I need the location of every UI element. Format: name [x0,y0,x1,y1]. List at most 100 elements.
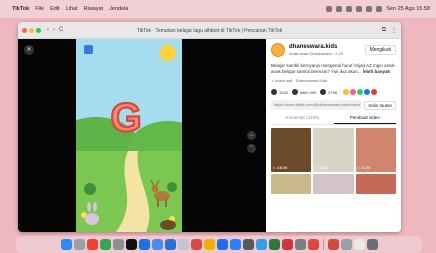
menu-item-history[interactable]: Riwayat [84,6,104,12]
dock-app-icon[interactable] [164,239,176,250]
dock [16,236,422,253]
avatar[interactable] [271,43,285,57]
video-player[interactable]: ✕ G ︿ ﹀ [18,39,266,232]
dock-app-icon[interactable] [366,239,378,250]
dock-app-icon[interactable] [340,239,352,250]
save-count: 3796 [328,89,338,95]
menu-item-view[interactable]: Lihat [66,6,78,12]
dock-app-icon[interactable] [112,239,124,250]
dock-app-icon[interactable] [73,239,85,250]
video-thumbnail[interactable] [355,174,396,195]
status-icon[interactable] [336,6,343,12]
search-icon[interactable] [366,6,373,12]
menu-bar: TikTok File Edit Lihat Riwayat Jendela S… [0,0,436,18]
dock-app-icon[interactable] [216,239,228,250]
whatsapp-icon[interactable] [357,89,364,96]
dock-app-icon[interactable] [268,239,280,250]
clock[interactable]: Sen 25 Agu 15.58 [386,6,430,12]
video-thumbnail[interactable] [313,174,354,195]
close-icon[interactable]: ✕ [24,45,34,55]
dock-app-icon[interactable] [177,239,189,250]
share-icons [343,89,378,96]
previous-video-button[interactable]: ︿ [247,131,256,140]
like-button[interactable]: 1043 [271,89,288,96]
dock-app-icon[interactable] [190,239,202,250]
title-bar: ‹ › C TikTok · Temukan belajar lagu alfa… [18,22,401,39]
heart-icon [271,89,277,96]
video-thumbnail[interactable]: ▷ 41.5K [355,128,396,173]
video-grid: ▷ 108.5K ▷ 48.6K ▷ 41.5K [271,128,396,195]
share-more-icon[interactable] [371,89,378,96]
dock-app-icon[interactable] [229,239,241,250]
comment-count: lebih 993 [299,89,317,95]
bookmark-icon [320,89,327,96]
alphabet-letter: G [110,96,141,140]
control-center-icon[interactable] [376,6,383,12]
dock-app-icon[interactable] [327,239,339,250]
send-icon[interactable] [350,89,357,96]
video-thumbnail[interactable]: ▷ 108.5K [271,128,312,173]
details-panel: dhaneswara.kids Anak-anak Dhaneswara · 2… [266,39,401,232]
next-video-button[interactable]: ﹀ [247,144,256,153]
dock-app-icon[interactable] [242,239,254,250]
action-row: 1043 lebih 993 3796 [271,89,396,96]
comment-button[interactable]: lebih 993 [291,89,317,96]
dock-app-icon[interactable] [125,239,137,250]
account-row: dhaneswara.kids Anak-anak Dhaneswara · 2… [271,43,396,57]
menu-item-window[interactable]: Jendela [109,6,128,12]
menu-item-file[interactable]: File [35,6,44,12]
dock-app-icon[interactable] [281,239,293,250]
reload-button[interactable]: C [59,27,63,33]
save-button[interactable]: 3796 [320,89,338,96]
dock-app-icon[interactable] [255,239,267,250]
video-frame[interactable]: G [76,39,182,232]
zoom-window-button[interactable] [36,27,41,33]
video-thumbnail[interactable]: ▷ 48.6K [313,128,354,173]
dock-app-icon[interactable] [294,239,306,250]
sound-link[interactable]: ♫ suara asli · Dhaneswara Kids [271,78,396,83]
video-scene: G [76,39,182,232]
browser-window: ‹ › C TikTok · Temukan belajar lagu alfa… [18,22,401,232]
dock-app-icon[interactable] [60,239,72,250]
video-description: Belajar sambil bernyanyi mengenal huruf … [271,63,396,75]
dock-app-icon[interactable] [151,239,163,250]
window-title: TikTok · Temukan belajar lagu alfabet di… [136,28,283,34]
embed-icon[interactable] [343,89,350,96]
video-link-field[interactable]: https://www.tiktok.com/@dhaneswara.kids/… [271,100,362,111]
dock-separator [322,239,324,250]
panel-tabs: Komentar (1100) Pembuat video [271,115,396,126]
minimize-window-button[interactable] [29,27,34,33]
dock-app-icon[interactable] [353,239,365,250]
dock-app-icon[interactable] [86,239,98,250]
menu-item-app[interactable]: TikTok [12,6,29,12]
link-row: https://www.tiktok.com/@dhaneswara.kids/… [271,100,396,111]
menu-item-edit[interactable]: Edit [50,6,59,12]
dock-app-icon[interactable] [203,239,215,250]
view-count: ▷ 48.6K [315,166,329,171]
dock-app-icon[interactable] [307,239,319,250]
extension-icon[interactable]: ⧉ [382,27,386,34]
forward-button[interactable]: › [53,27,55,33]
more-link[interactable]: lebih banyak [363,69,390,74]
account-subtitle: Anak-anak Dhaneswara · 2-29 [289,51,344,56]
follow-button[interactable]: Mengikuti [364,45,396,55]
comment-icon [291,89,298,96]
close-window-button[interactable] [22,27,27,33]
username[interactable]: dhaneswara.kids [289,44,343,50]
battery-icon[interactable] [346,6,353,12]
back-button[interactable]: ‹ [47,27,49,33]
more-icon[interactable]: ⋮ [391,27,397,34]
view-count: ▷ 108.5K [273,166,288,171]
tab-comments[interactable]: Komentar (1100) [271,115,334,124]
dock-app-icon[interactable] [138,239,150,250]
facebook-icon[interactable] [364,89,371,96]
view-count: ▷ 41.5K [357,166,371,171]
status-area: Sen 25 Agu 15.58 [326,6,430,12]
dock-app-icon[interactable] [99,239,111,250]
tab-creator-videos[interactable]: Pembuat video [333,115,396,125]
status-icon[interactable] [326,6,333,12]
wifi-icon[interactable] [356,6,363,12]
like-count: 1043 [279,89,288,95]
copy-link-button[interactable]: Salin tautan [364,100,396,110]
video-thumbnail[interactable] [271,174,312,195]
